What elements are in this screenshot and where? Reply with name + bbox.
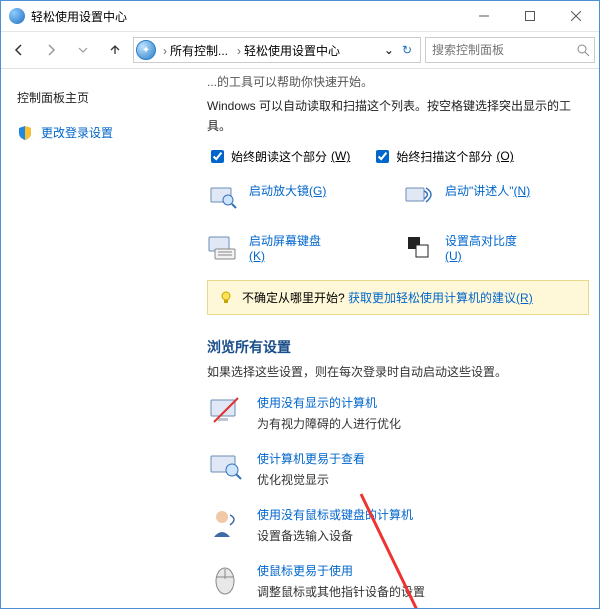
content-area: ...的工具可以帮助你快速开始。 Windows 可以自动读取和扫描这个列表。按… (201, 69, 599, 608)
option-easier-to-see[interactable]: 使计算机更易于查看 优化视觉显示 (207, 450, 589, 488)
always-scan-checkbox[interactable]: 始终扫描这个部分(O) (372, 147, 513, 166)
recommendation-banner: 不确定从哪里开始? 获取更加轻松使用计算机的建议(R) (207, 280, 589, 315)
sidebar: 控制面板主页 更改登录设置 (1, 69, 201, 608)
nav-bar: ✦ ›所有控制... ›轻松使用设置中心 ⌄ ↻ (1, 32, 599, 69)
get-recommendations-link[interactable]: 获取更加轻松使用计算机的建议(R) (348, 291, 533, 305)
option-sub: 优化视觉显示 (257, 471, 365, 488)
always-read-checkbox[interactable]: 始终朗读这个部分(W) (207, 147, 350, 166)
refresh-button[interactable]: ↻ (396, 43, 418, 57)
start-narrator-link[interactable]: 启动"讲述人"(N) (403, 182, 589, 214)
title-bar: 轻松使用设置中心 (1, 1, 599, 32)
person-speaking-icon (207, 506, 243, 542)
breadcrumb-dropdown[interactable]: ⌄ (384, 43, 394, 57)
back-button[interactable] (5, 36, 33, 64)
narrator-icon (403, 182, 435, 214)
truncated-text: ...的工具可以帮助你快速开始。 (207, 73, 589, 90)
up-button[interactable] (101, 36, 129, 64)
sidebar-home-label: 控制面板主页 (17, 89, 89, 106)
option-sub: 调整鼠标或其他指针设备的设置 (257, 583, 425, 600)
monitor-magnify-icon (207, 450, 243, 486)
lightbulb-icon (218, 289, 234, 305)
option-no-display[interactable]: 使用没有显示的计算机 为有视力障碍的人进行优化 (207, 394, 589, 432)
high-contrast-icon (403, 232, 435, 264)
search-icon (577, 44, 590, 57)
option-link[interactable]: 使计算机更易于查看 (257, 450, 365, 467)
keyboard-icon (207, 232, 239, 264)
recent-locations-button[interactable] (69, 36, 97, 64)
app-icon (9, 8, 25, 24)
option-link[interactable]: 使用没有鼠标或键盘的计算机 (257, 506, 413, 523)
monitor-off-icon (207, 394, 243, 430)
ease-of-access-icon: ✦ (136, 40, 156, 60)
mouse-icon (207, 562, 243, 598)
option-no-mouse-keyboard[interactable]: 使用没有鼠标或键盘的计算机 设置备选输入设备 (207, 506, 589, 544)
option-link[interactable]: 使用没有显示的计算机 (257, 394, 401, 411)
forward-button[interactable] (37, 36, 65, 64)
set-high-contrast-link[interactable]: 设置高对比度(U) (403, 232, 589, 264)
info-question: 不确定从哪里开始? (242, 291, 345, 305)
browse-all-sub: 如果选择这些设置，则在每次登录时自动启动这些设置。 (207, 363, 589, 380)
maximize-button[interactable] (507, 1, 553, 31)
always-read-label: 始终朗读这个部分 (231, 148, 327, 165)
browse-all-heading: 浏览所有设置 (207, 337, 589, 357)
start-osk-link[interactable]: 启动屏幕键盘(K) (207, 232, 393, 264)
magnifier-icon (207, 182, 239, 214)
option-sub: 设置备选输入设备 (257, 527, 413, 544)
intro-description: Windows 可以自动读取和扫描这个列表。按空格键选择突出显示的工具。 (207, 96, 589, 137)
option-sub: 为有视力障碍的人进行优化 (257, 415, 401, 432)
close-button[interactable] (553, 1, 599, 31)
option-mouse-easier[interactable]: 使鼠标更易于使用 调整鼠标或其他指针设备的设置 (207, 562, 589, 600)
minimize-button[interactable] (461, 1, 507, 31)
always-scan-label: 始终扫描这个部分 (396, 148, 492, 165)
search-input[interactable] (430, 42, 590, 58)
shield-icon (17, 125, 33, 141)
breadcrumb-item[interactable]: 所有控制... (170, 44, 228, 58)
always-scan-input[interactable] (376, 150, 389, 163)
search-box[interactable] (425, 37, 595, 63)
window-title: 轻松使用设置中心 (31, 8, 461, 25)
breadcrumb-item[interactable]: 轻松使用设置中心 (244, 44, 340, 58)
sidebar-home-link[interactable]: 控制面板主页 (17, 89, 185, 106)
sidebar-login-settings-link[interactable]: 更改登录设置 (17, 124, 185, 141)
start-magnifier-link[interactable]: 启动放大镜(G) (207, 182, 393, 214)
option-link[interactable]: 使鼠标更易于使用 (257, 562, 425, 579)
always-read-input[interactable] (211, 150, 224, 163)
sidebar-login-label: 更改登录设置 (41, 124, 113, 141)
breadcrumb[interactable]: ✦ ›所有控制... ›轻松使用设置中心 ⌄ ↻ (133, 37, 421, 63)
